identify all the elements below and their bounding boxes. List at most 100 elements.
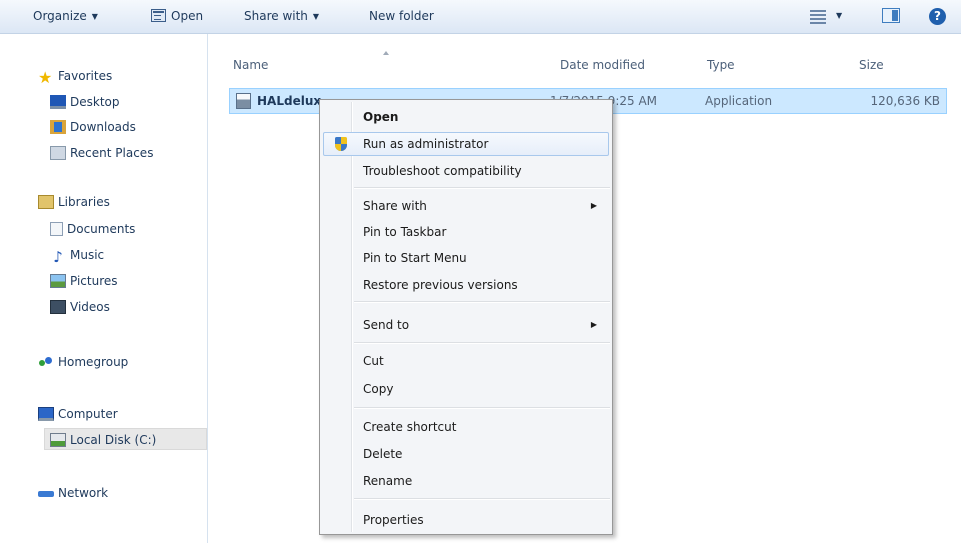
local-disk-icon	[50, 433, 66, 447]
menu-item-create-shortcut[interactable]: Create shortcut	[323, 415, 609, 439]
menu-item-properties[interactable]: Properties	[323, 508, 609, 532]
nav-desktop[interactable]: Desktop	[50, 91, 120, 113]
chevron-down-icon: ▼	[91, 12, 98, 21]
nav-libraries-label: Libraries	[58, 195, 110, 209]
nav-network-label: Network	[58, 486, 109, 500]
menu-item-copy[interactable]: Copy	[323, 377, 609, 401]
navigation-pane: ★ Favorites Desktop Downloads Recent Plac…	[0, 34, 208, 543]
menu-item-send-to-label: Send to	[363, 318, 410, 332]
nav-local-disk[interactable]: Local Disk (C:)	[44, 428, 207, 450]
chevron-right-icon: ▶	[590, 201, 597, 210]
menu-item-share-with-label: Share with	[363, 199, 427, 213]
menu-item-restore-label: Restore previous versions	[363, 278, 518, 292]
uac-shield-icon	[335, 137, 347, 151]
pictures-icon	[50, 274, 66, 288]
menu-separator	[354, 407, 610, 409]
file-name: HALdelux	[257, 94, 322, 108]
nav-downloads[interactable]: Downloads	[50, 116, 136, 138]
chevron-down-icon: ▼	[312, 12, 320, 21]
documents-icon	[50, 222, 63, 236]
menu-separator	[354, 498, 610, 500]
nav-recent-places-label: Recent Places	[70, 146, 154, 160]
menu-item-troubleshoot-compatibility[interactable]: Troubleshoot compatibility	[323, 159, 609, 183]
nav-videos-label: Videos	[70, 300, 110, 314]
application-icon	[236, 93, 251, 109]
column-header-type[interactable]: Type	[707, 58, 735, 72]
menu-item-cut-label: Cut	[363, 354, 384, 368]
column-header-date-modified[interactable]: Date modified	[560, 58, 645, 72]
nav-recent-places[interactable]: Recent Places	[50, 142, 153, 164]
nav-music[interactable]: ♪ Music	[50, 244, 104, 266]
help-icon[interactable]: ?	[929, 8, 946, 25]
menu-item-pin-to-start-menu-label: Pin to Start Menu	[363, 251, 467, 265]
videos-icon	[50, 300, 66, 314]
menu-item-rename[interactable]: Rename	[323, 469, 609, 493]
homegroup-icon	[38, 355, 54, 369]
nav-music-label: Music	[70, 248, 105, 262]
libraries-icon	[38, 195, 54, 209]
share-with-label: Share with	[244, 9, 308, 23]
recent-places-icon	[50, 146, 66, 160]
nav-downloads-label: Downloads	[70, 120, 136, 134]
nav-pictures[interactable]: Pictures	[50, 270, 118, 292]
menu-item-create-shortcut-label: Create shortcut	[363, 420, 457, 434]
nav-pictures-label: Pictures	[70, 274, 118, 288]
chevron-right-icon: ▶	[590, 320, 597, 329]
open-label: Open	[171, 9, 204, 23]
nav-documents[interactable]: Documents	[50, 218, 135, 240]
new-folder-label: New folder	[369, 9, 434, 23]
organize-button[interactable]: Organize ▼	[33, 0, 98, 33]
nav-libraries[interactable]: Libraries	[38, 191, 110, 213]
menu-item-rename-label: Rename	[363, 474, 413, 488]
context-menu: Open Run as administrator Troubleshoot c…	[319, 99, 613, 535]
new-folder-button[interactable]: New folder	[369, 0, 434, 33]
star-icon: ★	[38, 68, 53, 87]
nav-documents-label: Documents	[67, 222, 136, 236]
chevron-down-icon[interactable]: ▼	[836, 11, 842, 20]
share-with-button[interactable]: Share with ▼	[244, 0, 319, 33]
menu-item-pin-to-taskbar[interactable]: Pin to Taskbar	[323, 220, 609, 244]
menu-item-open[interactable]: Open	[323, 105, 609, 129]
menu-item-cut[interactable]: Cut	[323, 349, 609, 373]
nav-homegroup[interactable]: Homegroup	[38, 351, 128, 373]
nav-computer[interactable]: Computer	[38, 403, 118, 425]
preview-pane-icon[interactable]	[882, 8, 900, 23]
menu-item-properties-label: Properties	[363, 513, 424, 527]
downloads-icon	[50, 120, 66, 134]
sort-up-icon	[383, 51, 389, 55]
nav-homegroup-label: Homegroup	[58, 355, 129, 369]
open-button[interactable]: Open	[151, 0, 203, 33]
menu-item-troubleshoot-label: Troubleshoot compatibility	[363, 164, 522, 178]
file-type: Application	[705, 94, 773, 108]
column-header-name[interactable]: Name	[233, 58, 268, 72]
menu-item-share-with[interactable]: Share with ▶	[323, 194, 609, 218]
desktop-icon	[50, 95, 66, 109]
menu-item-delete[interactable]: Delete	[323, 442, 609, 466]
menu-item-send-to[interactable]: Send to ▶	[323, 313, 609, 337]
nav-local-disk-label: Local Disk (C:)	[70, 433, 157, 447]
menu-item-run-as-administrator[interactable]: Run as administrator	[323, 132, 609, 156]
menu-separator	[354, 187, 610, 189]
menu-item-pin-to-taskbar-label: Pin to Taskbar	[363, 225, 447, 239]
menu-item-run-as-administrator-label: Run as administrator	[363, 137, 489, 151]
music-icon: ♪	[53, 248, 63, 266]
menu-item-open-label: Open	[363, 110, 399, 124]
menu-separator	[354, 342, 610, 344]
network-icon	[38, 486, 54, 500]
organize-label: Organize	[33, 9, 87, 23]
command-bar: Organize ▼ Open Share with ▼ New folder ▼ …	[0, 0, 961, 34]
nav-favorites[interactable]: ★ Favorites	[38, 65, 112, 87]
menu-item-restore-previous-versions[interactable]: Restore previous versions	[323, 273, 609, 297]
change-view-icon[interactable]	[810, 9, 826, 24]
nav-desktop-label: Desktop	[70, 95, 120, 109]
menu-item-copy-label: Copy	[363, 382, 394, 396]
nav-network[interactable]: Network	[38, 482, 108, 504]
computer-icon	[38, 407, 54, 421]
nav-favorites-label: Favorites	[58, 69, 113, 83]
menu-item-pin-to-start-menu[interactable]: Pin to Start Menu	[323, 246, 609, 270]
nav-computer-label: Computer	[58, 407, 118, 421]
file-size: 120,636 KB	[870, 94, 940, 108]
nav-videos[interactable]: Videos	[50, 296, 110, 318]
window-icon	[151, 9, 166, 22]
column-header-size[interactable]: Size	[859, 58, 884, 72]
